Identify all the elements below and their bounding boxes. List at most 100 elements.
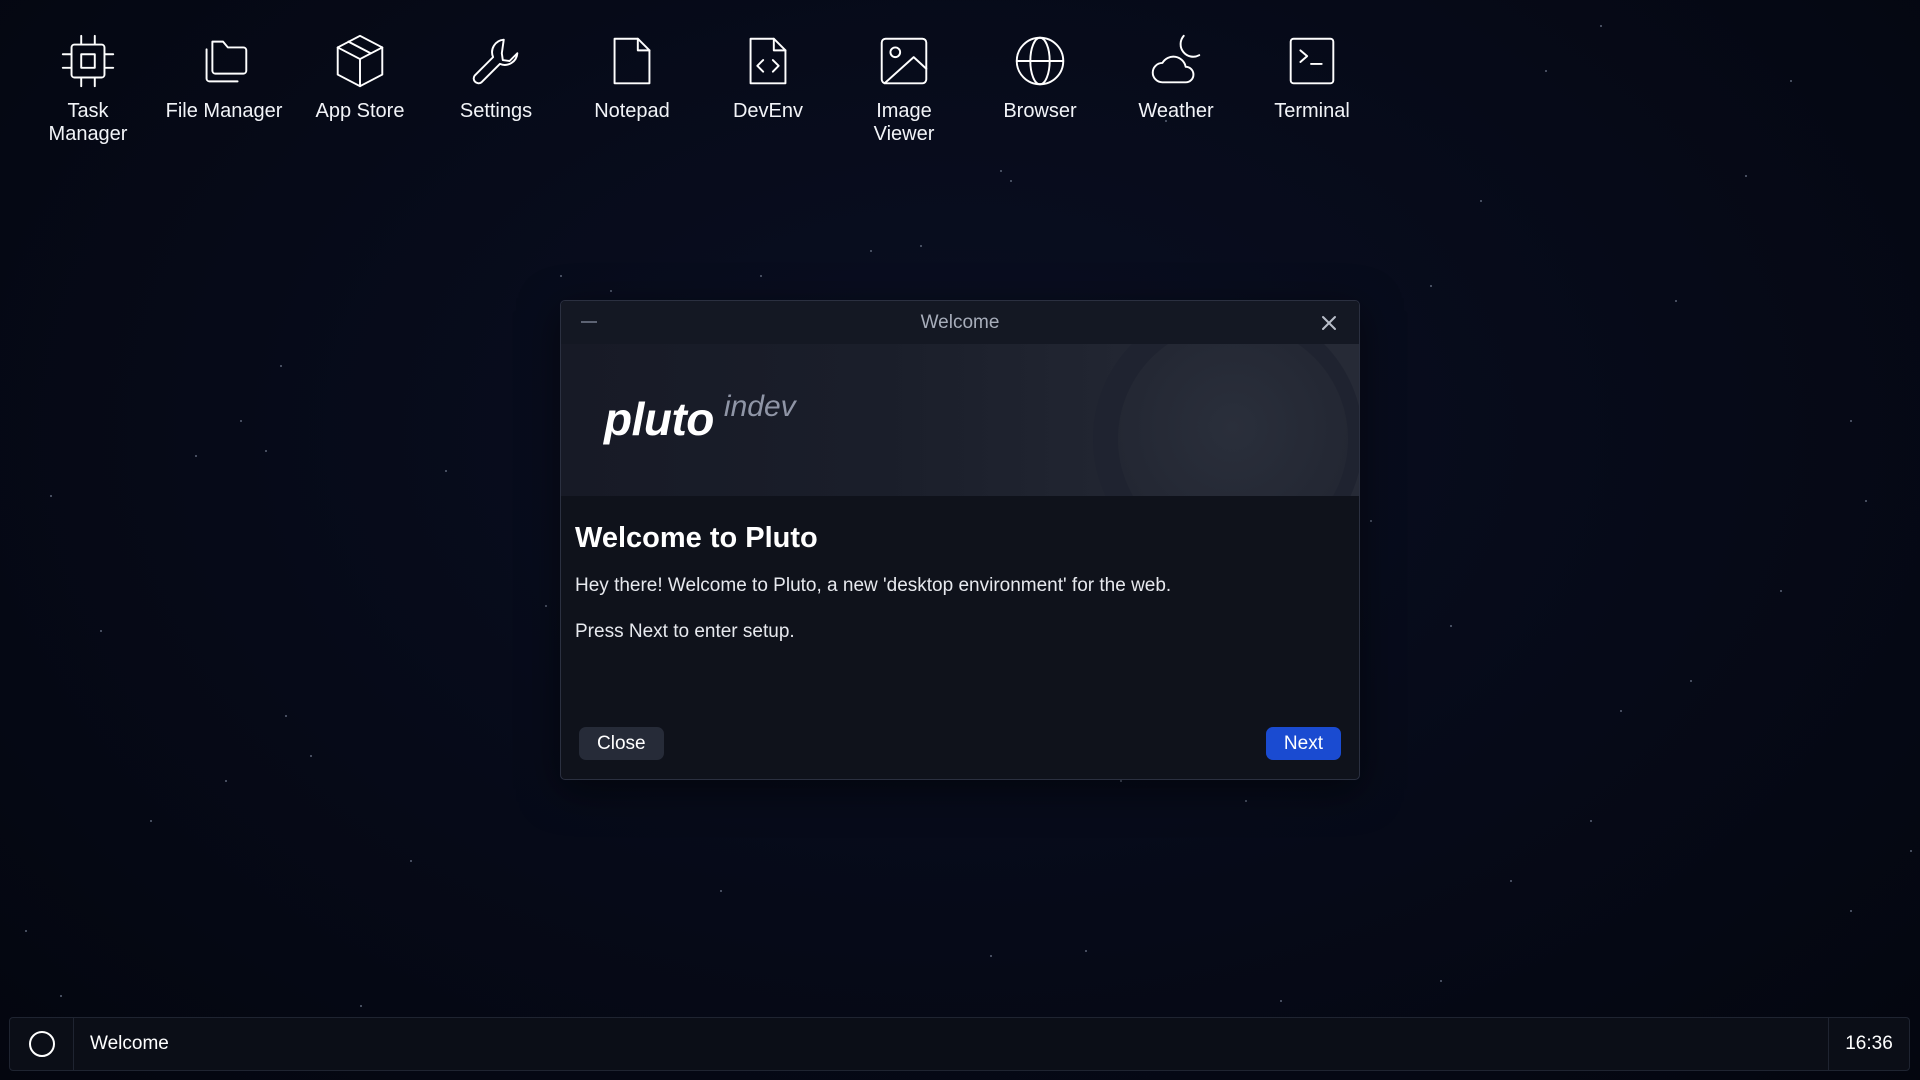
desktop-icon-browser[interactable]: Browser xyxy=(972,30,1108,146)
image-icon xyxy=(880,37,928,85)
desktop-icons: Task Manager File Manager App Store Sett… xyxy=(20,30,1380,146)
star xyxy=(240,420,242,422)
pluto-logo: pluto indev xyxy=(604,390,796,446)
star xyxy=(410,860,412,862)
star xyxy=(1675,300,1677,302)
star xyxy=(1780,590,1782,592)
folders-icon xyxy=(205,40,248,83)
desktop-icon-notepad[interactable]: Notepad xyxy=(564,30,700,146)
window-footer: Close Next xyxy=(579,727,1341,760)
star xyxy=(150,820,152,822)
file-icon xyxy=(613,37,651,85)
desktop-icon-label: App Store xyxy=(315,100,405,122)
terminal-icon xyxy=(1289,37,1335,85)
desktop-icon-label: Browser xyxy=(1003,100,1077,122)
star xyxy=(285,715,287,717)
desktop-icon-terminal[interactable]: Terminal xyxy=(1244,30,1380,146)
star xyxy=(1600,25,1602,27)
wrench-icon xyxy=(472,38,519,85)
welcome-paragraph: Hey there! Welcome to Pluto, a new 'desk… xyxy=(575,575,1172,596)
star xyxy=(1010,180,1012,182)
star xyxy=(1000,170,1002,172)
desktop-icon-app-store[interactable]: App Store xyxy=(292,30,428,146)
desktop-icon-image-viewer[interactable]: Image Viewer xyxy=(836,30,972,146)
file-code-icon xyxy=(749,37,787,85)
star xyxy=(1865,500,1867,502)
cpu-icon xyxy=(61,34,115,88)
star xyxy=(1745,175,1747,177)
start-button[interactable] xyxy=(10,1018,74,1070)
star xyxy=(50,495,52,497)
star xyxy=(1480,200,1482,202)
taskbar-item-welcome[interactable]: Welcome xyxy=(90,1033,169,1055)
close-button[interactable]: Close xyxy=(579,727,664,760)
star xyxy=(225,780,227,782)
star xyxy=(265,450,267,452)
minimize-button[interactable] xyxy=(581,321,597,323)
box-icon xyxy=(336,34,384,88)
star xyxy=(1440,980,1442,982)
welcome-heading: Welcome to Pluto xyxy=(575,522,818,554)
welcome-banner: pluto indev xyxy=(561,344,1359,496)
star xyxy=(360,1005,362,1007)
star xyxy=(1430,285,1432,287)
desktop-icon-label: Task Manager xyxy=(48,100,128,145)
star xyxy=(870,250,872,252)
globe-icon xyxy=(1015,36,1065,86)
star xyxy=(310,755,312,757)
star xyxy=(920,245,922,247)
star xyxy=(560,275,562,277)
star xyxy=(25,930,27,932)
star xyxy=(1620,710,1622,712)
desktop-icon-label: DevEnv xyxy=(732,100,804,122)
star xyxy=(445,470,447,472)
clock: 16:36 xyxy=(1828,1018,1909,1070)
desktop: Task Manager File Manager App Store Sett… xyxy=(0,0,1920,1080)
star xyxy=(1790,80,1792,82)
desktop-icon-file-manager[interactable]: File Manager xyxy=(156,30,292,146)
welcome-window: Welcome pluto indev Welcome to Pluto Hey… xyxy=(560,300,1360,780)
star xyxy=(1085,950,1087,952)
star xyxy=(720,890,722,892)
logo-text: pluto xyxy=(604,393,714,445)
star xyxy=(1690,680,1692,682)
star xyxy=(1450,625,1452,627)
desktop-icon-settings[interactable]: Settings xyxy=(428,30,564,146)
star xyxy=(1370,520,1372,522)
desktop-icon-label: Image Viewer xyxy=(873,100,935,145)
desktop-icon-weather[interactable]: Weather xyxy=(1108,30,1244,146)
star xyxy=(1545,70,1547,72)
window-title: Welcome xyxy=(920,311,1000,333)
star xyxy=(1590,820,1592,822)
star xyxy=(1245,800,1247,802)
star xyxy=(760,275,762,277)
logo-subtitle: indev xyxy=(723,390,796,423)
star xyxy=(1280,1000,1282,1002)
cloud-moon-icon xyxy=(1151,34,1201,84)
desktop-icon-label: Terminal xyxy=(1274,100,1350,122)
star xyxy=(195,455,197,457)
star xyxy=(60,995,62,997)
setup-instruction: Press Next to enter setup. xyxy=(575,621,795,642)
circle-icon xyxy=(28,1031,55,1057)
desktop-icon-label: Settings xyxy=(459,100,533,122)
desktop-icon-task-manager[interactable]: Task Manager xyxy=(20,30,156,146)
desktop-icon-label: Notepad xyxy=(594,100,670,122)
close-icon xyxy=(1322,316,1336,330)
window-titlebar[interactable]: Welcome xyxy=(561,301,1359,344)
desktop-icon-devenv[interactable]: DevEnv xyxy=(700,30,836,146)
next-button[interactable]: Next xyxy=(1265,727,1341,760)
star xyxy=(610,290,612,292)
taskbar-items: Welcome xyxy=(74,1018,1828,1070)
banner-planet xyxy=(1118,344,1348,496)
star xyxy=(990,955,992,957)
star xyxy=(1910,850,1912,852)
star xyxy=(1850,420,1852,422)
star xyxy=(100,630,102,632)
star xyxy=(1510,880,1512,882)
star xyxy=(545,605,547,607)
window-close-button[interactable] xyxy=(1319,313,1339,333)
star xyxy=(280,365,282,367)
desktop-icon-label: File Manager xyxy=(165,100,283,122)
taskbar: Welcome 16:36 xyxy=(9,1017,1910,1071)
